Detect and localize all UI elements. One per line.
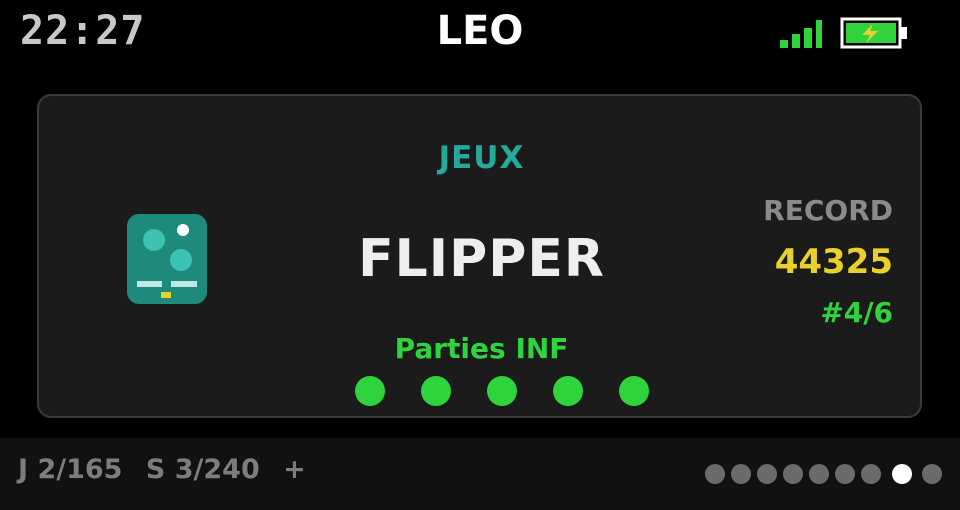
page-dot[interactable]: [922, 464, 942, 484]
battery-charging-icon: [840, 16, 910, 50]
more-indicator: +: [283, 454, 306, 485]
play-dot: [619, 376, 649, 406]
record-score: 44325: [774, 242, 893, 282]
page-dot[interactable]: [757, 464, 777, 484]
play-dot: [421, 376, 451, 406]
record-rank: #4/6: [820, 296, 893, 329]
page-dot[interactable]: [705, 464, 725, 484]
footer-bar: J 2/165 S 3/240 +: [0, 438, 960, 510]
games-counter: J 2/165: [18, 454, 123, 485]
plays-label: Parties INF: [394, 332, 569, 365]
play-dot: [355, 376, 385, 406]
counters: J 2/165 S 3/240 +: [18, 454, 320, 485]
game-card[interactable]: JEUX FLIPPER RECORD 44325 #4/6 Parties I…: [37, 94, 922, 418]
page-dot-active[interactable]: [892, 464, 912, 484]
page-dot[interactable]: [809, 464, 829, 484]
play-dot: [553, 376, 583, 406]
play-dot: [487, 376, 517, 406]
status-bar: 22:27 LEO: [0, 0, 960, 66]
record-label: RECORD: [763, 194, 893, 227]
category-label: JEUX: [438, 140, 525, 176]
page-dot[interactable]: [731, 464, 751, 484]
signal-bars-icon: [780, 20, 822, 48]
page-dot[interactable]: [783, 464, 803, 484]
page-dot[interactable]: [861, 464, 881, 484]
score-counter: S 3/240: [145, 454, 260, 485]
page-dot[interactable]: [835, 464, 855, 484]
